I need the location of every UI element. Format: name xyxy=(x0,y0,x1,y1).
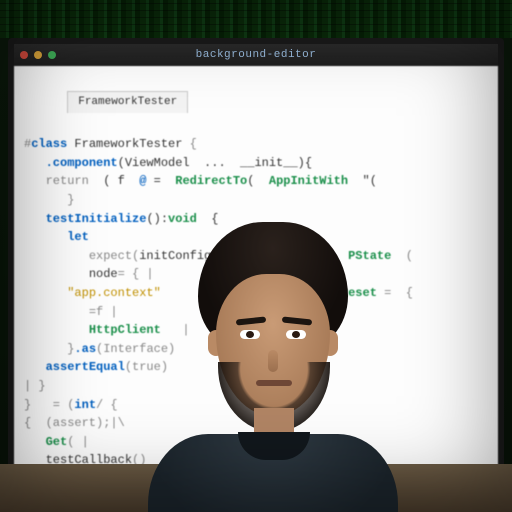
person-eye-left xyxy=(240,330,260,339)
window-dot-close xyxy=(20,51,28,59)
window-dot-max xyxy=(48,51,56,59)
code-line: } xyxy=(24,191,488,210)
code-line: return ( f @ = RedirectTo( AppInitWith "… xyxy=(24,172,488,191)
pcb-background-strip xyxy=(0,0,512,38)
person-foreground xyxy=(120,212,420,512)
code-line: #class FrameworkTester { xyxy=(24,135,488,154)
window-title: background-editor xyxy=(62,49,450,61)
code-line: .component(ViewModel ... __init__){ xyxy=(24,154,488,173)
scene: background-editor FrameworkTester #class… xyxy=(0,0,512,512)
editor-tab: FrameworkTester xyxy=(67,91,188,113)
person-eye-right xyxy=(286,330,306,339)
window-titlebar: background-editor xyxy=(14,44,498,66)
window-dot-min xyxy=(34,51,42,59)
person-mouth xyxy=(256,380,292,386)
